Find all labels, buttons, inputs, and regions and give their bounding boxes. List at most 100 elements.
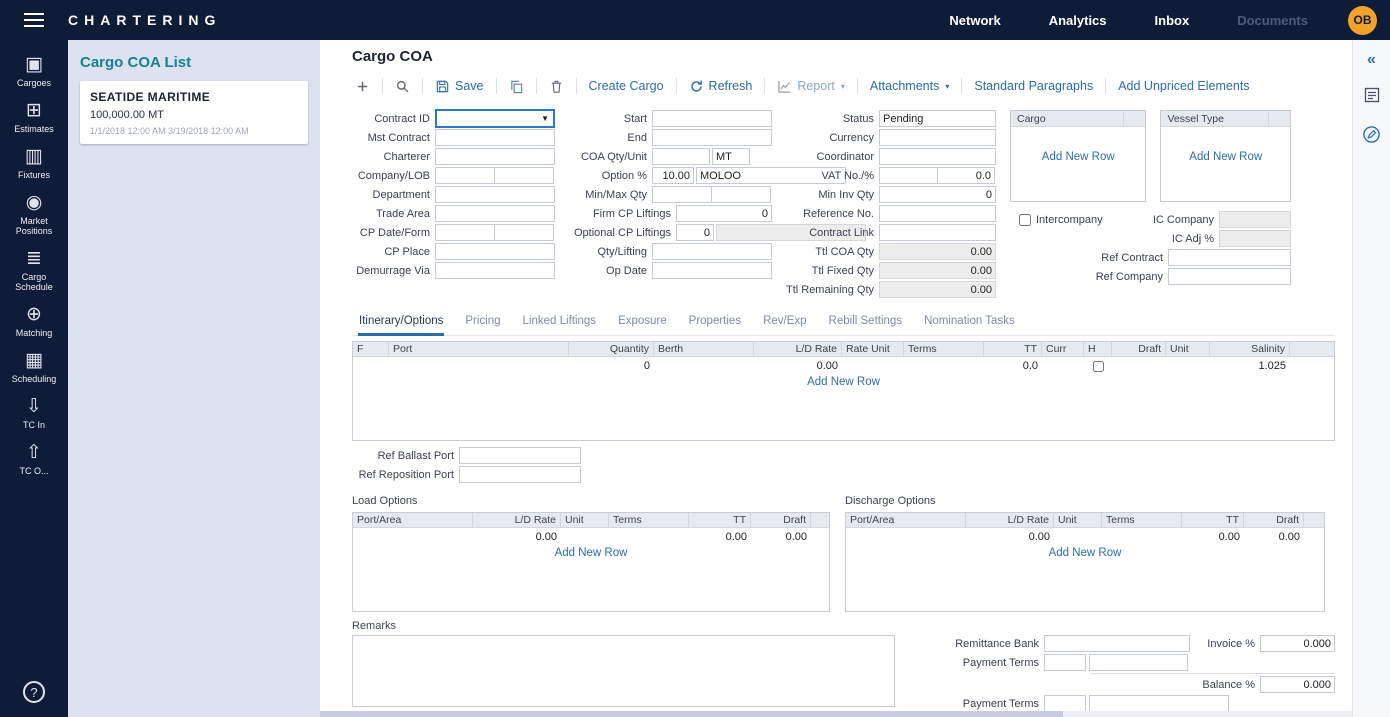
remittance-bank-input[interactable]: [1044, 635, 1190, 652]
sidebar-item-fixtures[interactable]: ▥ Fixtures: [0, 146, 68, 180]
column-header: Unit: [1054, 513, 1102, 527]
tab-pricing[interactable]: Pricing: [464, 312, 501, 335]
balance-percent-input[interactable]: [1260, 676, 1335, 693]
coa-qty-input[interactable]: [652, 148, 710, 165]
create-cargo-button[interactable]: Create Cargo: [586, 77, 667, 95]
vat-percent-input[interactable]: [937, 167, 996, 184]
hamburger-menu-icon[interactable]: [0, 0, 68, 40]
sidebar-item-matching[interactable]: ⊕ Matching: [0, 304, 68, 338]
coordinator-input[interactable]: [879, 148, 996, 165]
tab-itinerary-options[interactable]: Itinerary/Options: [358, 312, 444, 336]
load-options-title: Load Options: [352, 495, 830, 507]
horizontal-scrollbar[interactable]: [320, 711, 1352, 717]
lob-input[interactable]: [494, 167, 554, 184]
ref-company-input[interactable]: [1168, 268, 1291, 285]
payment-terms-code-input[interactable]: [1044, 654, 1086, 671]
sidebar-item-estimates[interactable]: ⊞ Estimates: [0, 100, 68, 134]
reference-no-input[interactable]: [879, 205, 996, 222]
tab-properties[interactable]: Properties: [688, 312, 742, 335]
currency-input[interactable]: [879, 129, 996, 146]
min-qty-input[interactable]: [652, 186, 712, 203]
form-view-icon[interactable]: [1363, 86, 1381, 107]
itinerary-add-new-row-link[interactable]: Add New Row: [353, 376, 1334, 388]
charterer-input[interactable]: [435, 148, 555, 165]
sidebar-item-cargo-schedule[interactable]: ≣ Cargo Schedule: [0, 248, 68, 292]
optional-cp-liftings-input[interactable]: [676, 224, 714, 241]
status-input[interactable]: [879, 110, 996, 127]
save-button[interactable]: Save: [432, 77, 487, 96]
min-inv-qty-input[interactable]: [879, 186, 996, 203]
refresh-button[interactable]: Refresh: [686, 77, 756, 96]
help-icon[interactable]: ?: [23, 681, 45, 703]
discharge-options-add-new-row-link[interactable]: Add New Row: [846, 547, 1324, 559]
vessel-type-add-new-row-link[interactable]: Add New Row: [1161, 151, 1290, 163]
user-avatar[interactable]: OB: [1348, 6, 1377, 35]
sidebar-item-market-positions[interactable]: ◉ Market Positions: [0, 192, 68, 236]
ref-reposition-port-input[interactable]: [459, 466, 581, 483]
department-input[interactable]: [435, 186, 555, 203]
tab-rebill-settings[interactable]: Rebill Settings: [828, 312, 904, 335]
delete-button[interactable]: [546, 77, 567, 96]
field-label: Ttl Remaining Qty: [784, 284, 874, 296]
option-percent-input[interactable]: [652, 167, 694, 184]
tab-rev-exp[interactable]: Rev/Exp: [762, 312, 807, 335]
cp-place-input[interactable]: [435, 243, 555, 260]
add-unpriced-elements-button[interactable]: Add Unpriced Elements: [1115, 77, 1252, 95]
payment-terms-desc-input[interactable]: [1089, 654, 1188, 671]
end-input[interactable]: [652, 129, 772, 146]
scrollbar-thumb[interactable]: [320, 711, 1063, 717]
sidebar-item-tc-in[interactable]: ⇩ TC In: [0, 396, 68, 430]
cargo-add-new-row-link[interactable]: Add New Row: [1011, 151, 1145, 163]
firm-cp-liftings-input[interactable]: [676, 205, 772, 222]
sidebar-item-cargoes[interactable]: ▣ Cargoes: [0, 54, 68, 88]
tab-nomination-tasks[interactable]: Nomination Tasks: [923, 312, 1016, 335]
remarks-textarea[interactable]: [352, 635, 895, 707]
page-title: Cargo COA: [352, 48, 1335, 65]
copy-button[interactable]: [506, 77, 527, 96]
mst-contract-input[interactable]: [435, 129, 555, 146]
tab-exposure[interactable]: Exposure: [617, 312, 668, 335]
company-input[interactable]: [435, 167, 495, 184]
intercompany-checkbox[interactable]: [1019, 214, 1031, 226]
add-button[interactable]: [352, 77, 373, 96]
discharge-options-table: Port/Area L/D Rate Unit Terms TT Draft 0…: [845, 512, 1325, 612]
tab-linked-liftings[interactable]: Linked Liftings: [522, 312, 598, 335]
ref-ballast-port-input[interactable]: [459, 447, 581, 464]
payment-terms2-code-input[interactable]: [1044, 695, 1086, 712]
load-options-row[interactable]: 0.00 0.00 0.00: [353, 528, 829, 546]
report-chart-icon: [777, 79, 792, 94]
qty-lifting-input[interactable]: [652, 243, 772, 260]
contract-link-input[interactable]: [879, 224, 996, 241]
discharge-options-row[interactable]: 0.00 0.00 0.00: [846, 528, 1324, 546]
demurrage-via-input[interactable]: [435, 262, 555, 279]
collapse-panel-icon[interactable]: «: [1367, 52, 1376, 68]
sidebar-item-tc-out[interactable]: ⇧ TC O...: [0, 442, 68, 476]
coa-item-name: SEATIDE MARITIME: [90, 90, 298, 104]
load-options-add-new-row-link[interactable]: Add New Row: [353, 547, 829, 559]
standard-paragraphs-button[interactable]: Standard Paragraphs: [971, 77, 1096, 95]
vat-no-input[interactable]: [879, 167, 938, 184]
cp-form-input[interactable]: [494, 224, 554, 241]
report-menu-button[interactable]: Report ▾: [774, 77, 848, 96]
start-input[interactable]: [652, 110, 772, 127]
search-button[interactable]: [392, 77, 413, 96]
compose-notes-icon[interactable]: [1362, 125, 1381, 147]
coa-list-item[interactable]: SEATIDE MARITIME 100,000.00 MT 1/1/2018 …: [80, 81, 308, 144]
payment-terms2-desc-input[interactable]: [1089, 695, 1229, 712]
cp-date-input[interactable]: [435, 224, 495, 241]
nav-inbox[interactable]: Inbox: [1155, 13, 1190, 28]
coa-unit-input[interactable]: [712, 148, 750, 165]
nav-documents[interactable]: Documents: [1237, 13, 1308, 28]
max-qty-input[interactable]: [711, 186, 771, 203]
contract-id-select[interactable]: ▼: [435, 109, 555, 128]
sidebar-item-scheduling[interactable]: ▦ Scheduling: [0, 350, 68, 384]
nav-network[interactable]: Network: [949, 13, 1000, 28]
op-date-input[interactable]: [652, 262, 772, 279]
nav-analytics[interactable]: Analytics: [1049, 13, 1107, 28]
attachments-menu-button[interactable]: Attachments ▾: [867, 77, 953, 95]
itinerary-row[interactable]: 0 0.00 0.0 1.025: [353, 357, 1334, 375]
h-checkbox[interactable]: [1093, 361, 1104, 372]
trade-area-input[interactable]: [435, 205, 555, 222]
invoice-percent-input[interactable]: [1260, 635, 1335, 652]
ref-contract-input[interactable]: [1168, 249, 1291, 266]
